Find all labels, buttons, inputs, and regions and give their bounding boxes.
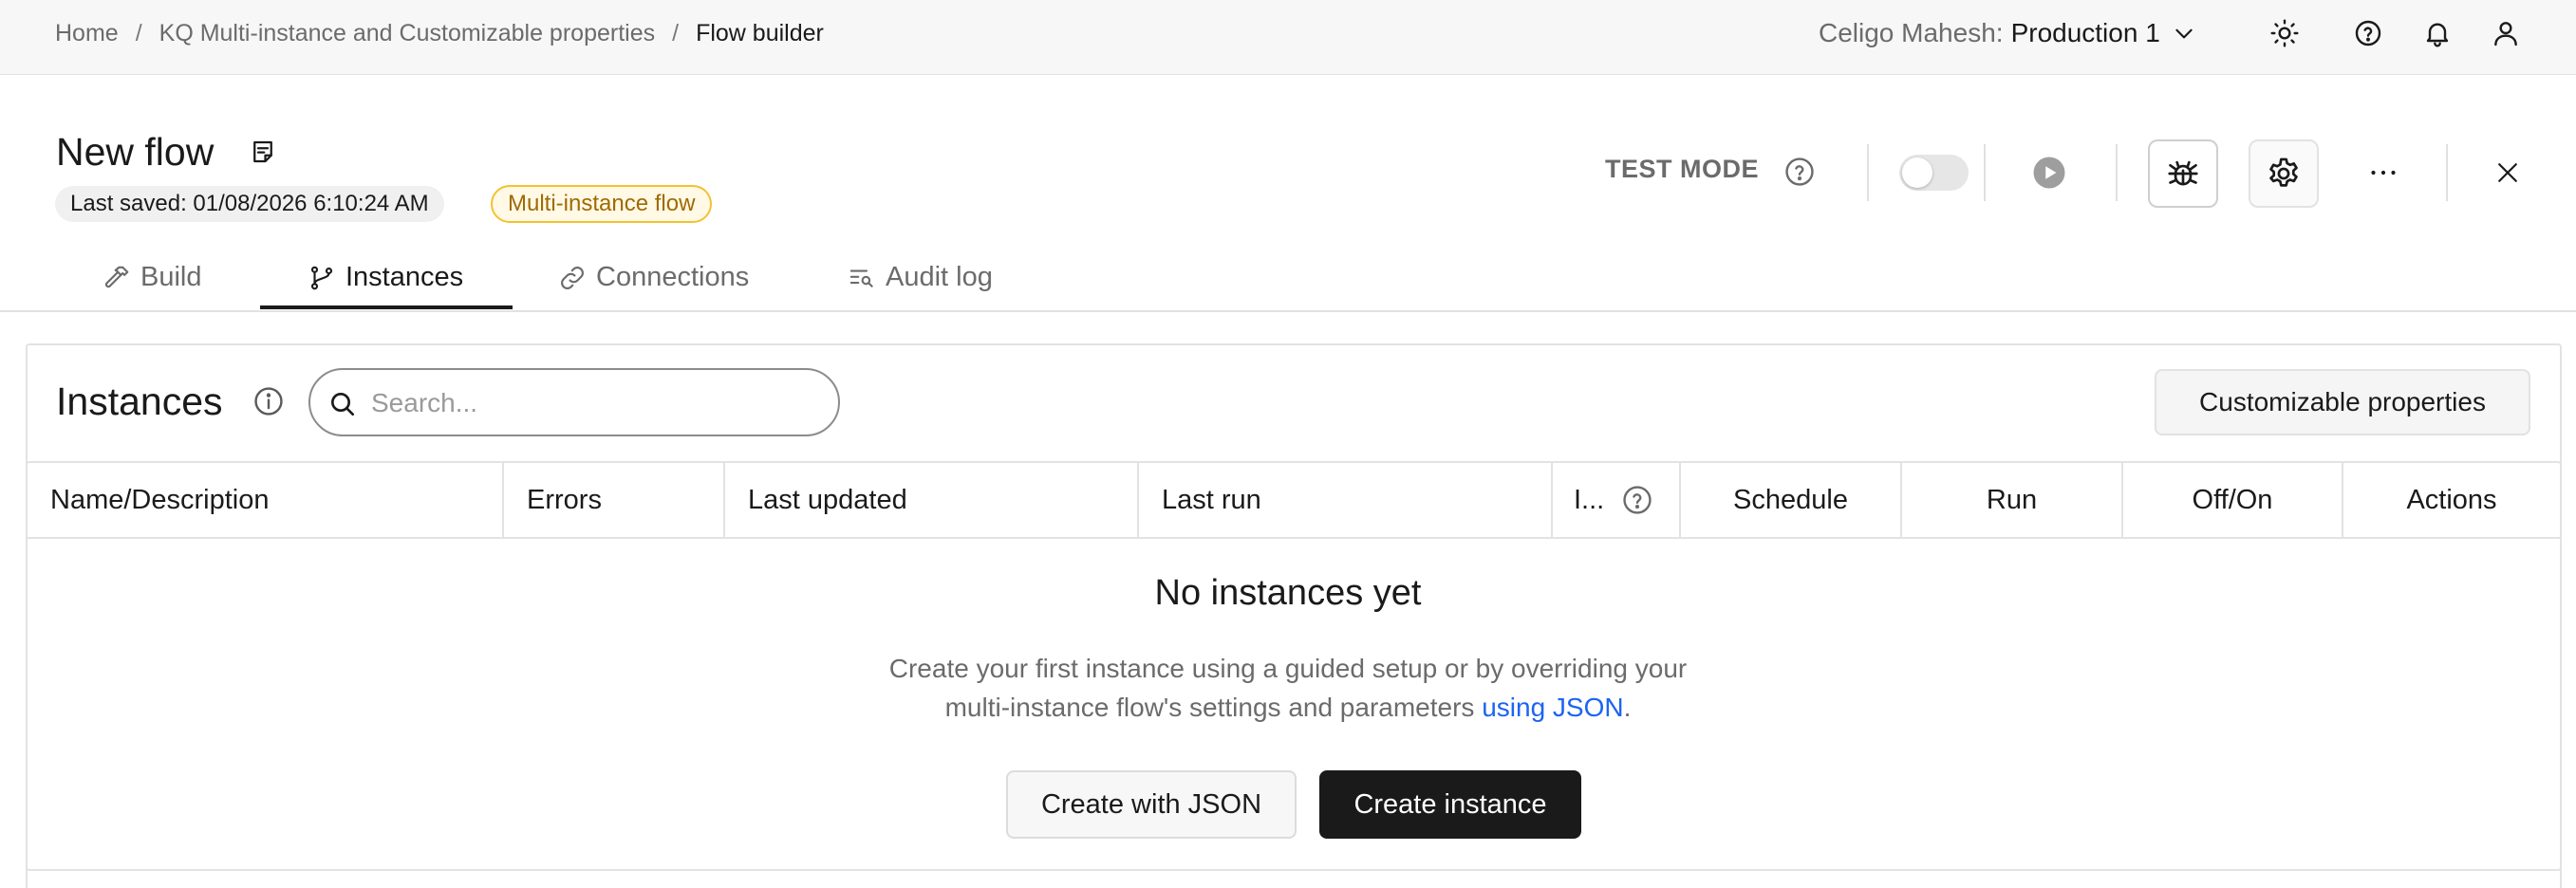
breadcrumb-home[interactable]: Home bbox=[55, 20, 119, 47]
close-icon[interactable] bbox=[2491, 156, 2525, 190]
help-icon[interactable] bbox=[2351, 16, 2385, 50]
tab-build-label: Build bbox=[140, 262, 202, 292]
multi-instance-badge: Multi-instance flow bbox=[491, 185, 713, 223]
tab-instances[interactable]: Instances bbox=[308, 243, 463, 312]
branch-icon bbox=[310, 266, 333, 289]
empty-state-line-2-suffix: . bbox=[1623, 693, 1632, 722]
toolbar-divider bbox=[2116, 144, 2118, 201]
account-environment: Production 1 bbox=[2010, 18, 2160, 47]
audit-list-icon bbox=[849, 268, 873, 287]
search-input[interactable] bbox=[371, 383, 817, 423]
create-with-json-button[interactable]: Create with JSON bbox=[1006, 770, 1297, 839]
column-header-actions[interactable]: Actions bbox=[2343, 463, 2560, 537]
account-switcher[interactable]: Celigo Mahesh: Production 1 bbox=[1819, 0, 2196, 66]
toolbar-divider bbox=[2446, 144, 2448, 201]
test-mode-toggle[interactable] bbox=[1899, 155, 1969, 191]
instances-title: Instances bbox=[56, 379, 223, 423]
empty-state-line-1: Create your first instance using a guide… bbox=[888, 654, 1688, 683]
notes-icon[interactable] bbox=[249, 138, 277, 166]
toolbar-divider bbox=[1984, 144, 1986, 201]
test-mode-help-icon[interactable] bbox=[1783, 155, 1817, 189]
using-json-link[interactable]: using JSON bbox=[1482, 693, 1623, 722]
flow-tabs: Build Instances Connections Audit log bbox=[0, 243, 2576, 312]
breadcrumb: Home / KQ Multi-instance and Customizabl… bbox=[55, 0, 824, 66]
flow-title: New flow bbox=[56, 130, 215, 174]
bell-icon[interactable] bbox=[2420, 16, 2455, 50]
bug-icon bbox=[2168, 160, 2198, 186]
column-header-last-run[interactable]: Last run bbox=[1139, 463, 1553, 537]
breadcrumb-current: Flow builder bbox=[696, 19, 824, 46]
column-header-run[interactable]: Run bbox=[1902, 463, 2123, 537]
tab-audit-log-label: Audit log bbox=[886, 262, 993, 292]
column-header-name[interactable]: Name/Description bbox=[28, 463, 504, 537]
debug-button[interactable] bbox=[2148, 139, 2218, 208]
tab-build[interactable]: Build bbox=[103, 243, 202, 312]
column-header-errors[interactable]: Errors bbox=[504, 463, 725, 537]
tab-connections-label: Connections bbox=[596, 262, 750, 292]
tab-connections[interactable]: Connections bbox=[558, 243, 749, 312]
tab-audit-log[interactable]: Audit log bbox=[848, 243, 993, 312]
column-header-schedule[interactable]: Schedule bbox=[1681, 463, 1902, 537]
user-icon[interactable] bbox=[2489, 16, 2523, 50]
last-saved-pill: Last saved: 01/08/2026 6:10:24 AM bbox=[55, 186, 444, 222]
create-instance-button[interactable]: Create instance bbox=[1319, 770, 1581, 839]
tab-instances-label: Instances bbox=[345, 262, 464, 292]
test-mode-label: TEST MODE bbox=[1605, 155, 1760, 183]
top-bar: Home / KQ Multi-instance and Customizabl… bbox=[0, 0, 2576, 75]
account-org-label: Celigo Mahesh: bbox=[1819, 18, 2004, 47]
hammer-icon bbox=[104, 266, 129, 287]
search-box bbox=[308, 368, 840, 436]
column-header-off-on[interactable]: Off/On bbox=[2123, 463, 2343, 537]
settings-button[interactable] bbox=[2249, 139, 2319, 208]
sun-icon[interactable] bbox=[2268, 16, 2302, 50]
breadcrumb-integration[interactable]: KQ Multi-instance and Customizable prope… bbox=[159, 20, 655, 47]
active-tab-indicator bbox=[260, 305, 513, 309]
empty-state-line-2: multi-instance flow's settings and param… bbox=[0, 688, 2576, 727]
column-header-i[interactable]: I... bbox=[1553, 463, 1681, 537]
column-header-last-updated[interactable]: Last updated bbox=[725, 463, 1139, 537]
empty-state-title: No instances yet bbox=[1154, 573, 1422, 613]
breadcrumb-separator: / bbox=[672, 19, 680, 46]
breadcrumb-separator: / bbox=[135, 19, 142, 46]
gear-icon bbox=[2269, 157, 2298, 187]
table-header: Name/Description Errors Last updated Las… bbox=[28, 463, 2560, 539]
more-options-icon[interactable] bbox=[2366, 156, 2400, 190]
customizable-properties-button[interactable]: Customizable properties bbox=[2155, 369, 2530, 435]
search-icon bbox=[331, 393, 354, 416]
empty-state-description: Create your first instance using a guide… bbox=[0, 649, 2576, 727]
info-icon[interactable] bbox=[252, 385, 285, 417]
column-header-i-label: I... bbox=[1574, 484, 1605, 515]
toggle-knob bbox=[1902, 157, 1932, 188]
toolbar-divider bbox=[1867, 144, 1869, 201]
chevron-down-icon bbox=[2175, 28, 2193, 39]
help-icon[interactable] bbox=[1621, 484, 1653, 516]
run-flow-icon[interactable] bbox=[2032, 156, 2066, 190]
link-icon bbox=[561, 266, 584, 289]
empty-state-line-2-text: multi-instance flow's settings and param… bbox=[944, 693, 1475, 722]
